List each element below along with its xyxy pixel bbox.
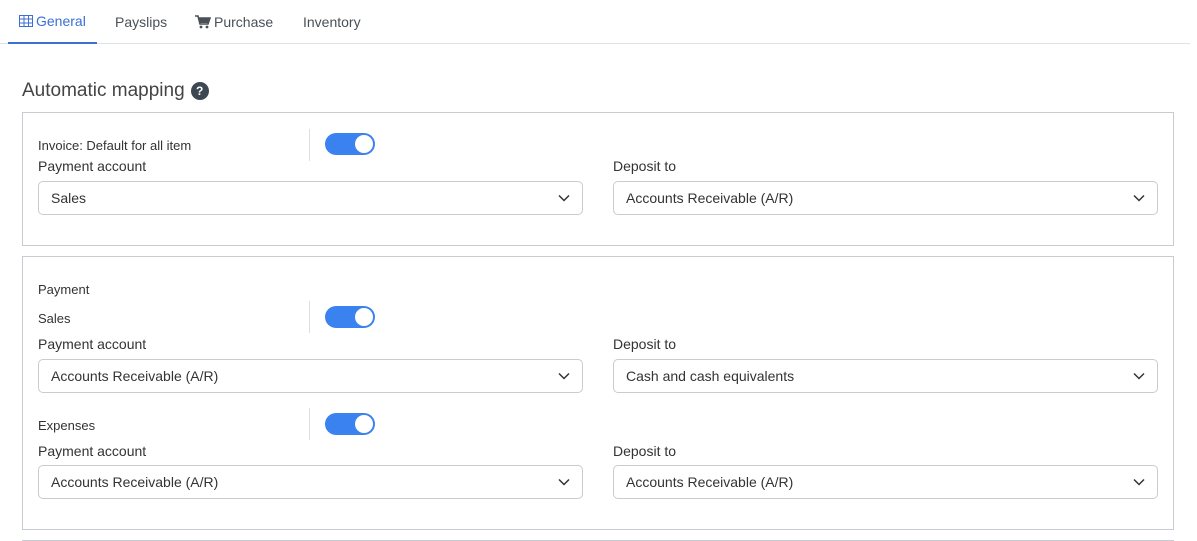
chevron-down-icon [1133, 372, 1145, 380]
tab-purchase[interactable]: Purchase [195, 0, 273, 44]
invoice-deposit-to-select[interactable]: Accounts Receivable (A/R) [613, 181, 1158, 215]
chevron-down-icon [1133, 194, 1145, 202]
chevron-down-icon [558, 478, 570, 486]
expenses-deposit-to-label: Deposit to [613, 443, 677, 459]
table-icon [19, 15, 33, 27]
cart-icon [195, 15, 211, 29]
select-value: Accounts Receivable (A/R) [626, 474, 794, 490]
select-value: Accounts Receivable (A/R) [51, 474, 219, 490]
toggle-knob [355, 308, 373, 326]
expenses-label: Expenses [38, 418, 96, 433]
tab-general-label: General [36, 13, 86, 29]
invoice-payment-account-label: Payment account [38, 158, 147, 174]
tab-payslips[interactable]: Payslips [115, 0, 167, 44]
select-value: Sales [51, 190, 87, 206]
sales-payment-account-select[interactable]: Accounts Receivable (A/R) [38, 359, 583, 393]
sales-label: Sales [38, 311, 71, 326]
select-value: Accounts Receivable (A/R) [51, 368, 219, 384]
tab-purchase-label: Purchase [214, 14, 274, 30]
chevron-down-icon [558, 194, 570, 202]
expenses-deposit-to-select[interactable]: Accounts Receivable (A/R) [613, 465, 1158, 499]
select-value: Cash and cash equivalents [626, 368, 795, 384]
select-value: Accounts Receivable (A/R) [626, 190, 794, 206]
tab-inventory[interactable]: Inventory [303, 0, 361, 44]
invoice-deposit-to-label: Deposit to [613, 158, 677, 174]
payment-card: Payment Sales Payment account Deposit to… [22, 256, 1174, 530]
toggle-knob [355, 415, 373, 433]
tab-general[interactable]: General [8, 0, 97, 44]
sales-toggle[interactable] [325, 306, 375, 328]
divider [309, 129, 310, 161]
tab-payslips-label: Payslips [115, 14, 168, 30]
divider [309, 301, 310, 333]
sales-payment-account-label: Payment account [38, 336, 147, 352]
expenses-payment-account-select[interactable]: Accounts Receivable (A/R) [38, 465, 583, 499]
invoice-toggle[interactable] [325, 133, 375, 155]
expenses-payment-account-label: Payment account [38, 443, 147, 459]
payment-heading: Payment [38, 282, 90, 297]
chevron-down-icon [558, 372, 570, 380]
toggle-knob [355, 135, 373, 153]
tab-bar: General Payslips Purchase Inventory [0, 0, 1190, 44]
invoice-label: Invoice: Default for all item [38, 138, 192, 153]
invoice-card: Invoice: Default for all item Payment ac… [22, 112, 1174, 246]
expenses-toggle[interactable] [325, 413, 375, 435]
sales-deposit-to-select[interactable]: Cash and cash equivalents [613, 359, 1158, 393]
divider [309, 408, 310, 440]
chevron-down-icon [1133, 478, 1145, 486]
section-title-text: Automatic mapping [22, 80, 185, 101]
sales-deposit-to-label: Deposit to [613, 336, 677, 352]
question-circle-icon[interactable]: ? [190, 82, 209, 100]
invoice-payment-account-select[interactable]: Sales [38, 181, 583, 215]
section-title: Automatic mapping ? [22, 80, 209, 102]
tab-inventory-label: Inventory [303, 14, 361, 30]
